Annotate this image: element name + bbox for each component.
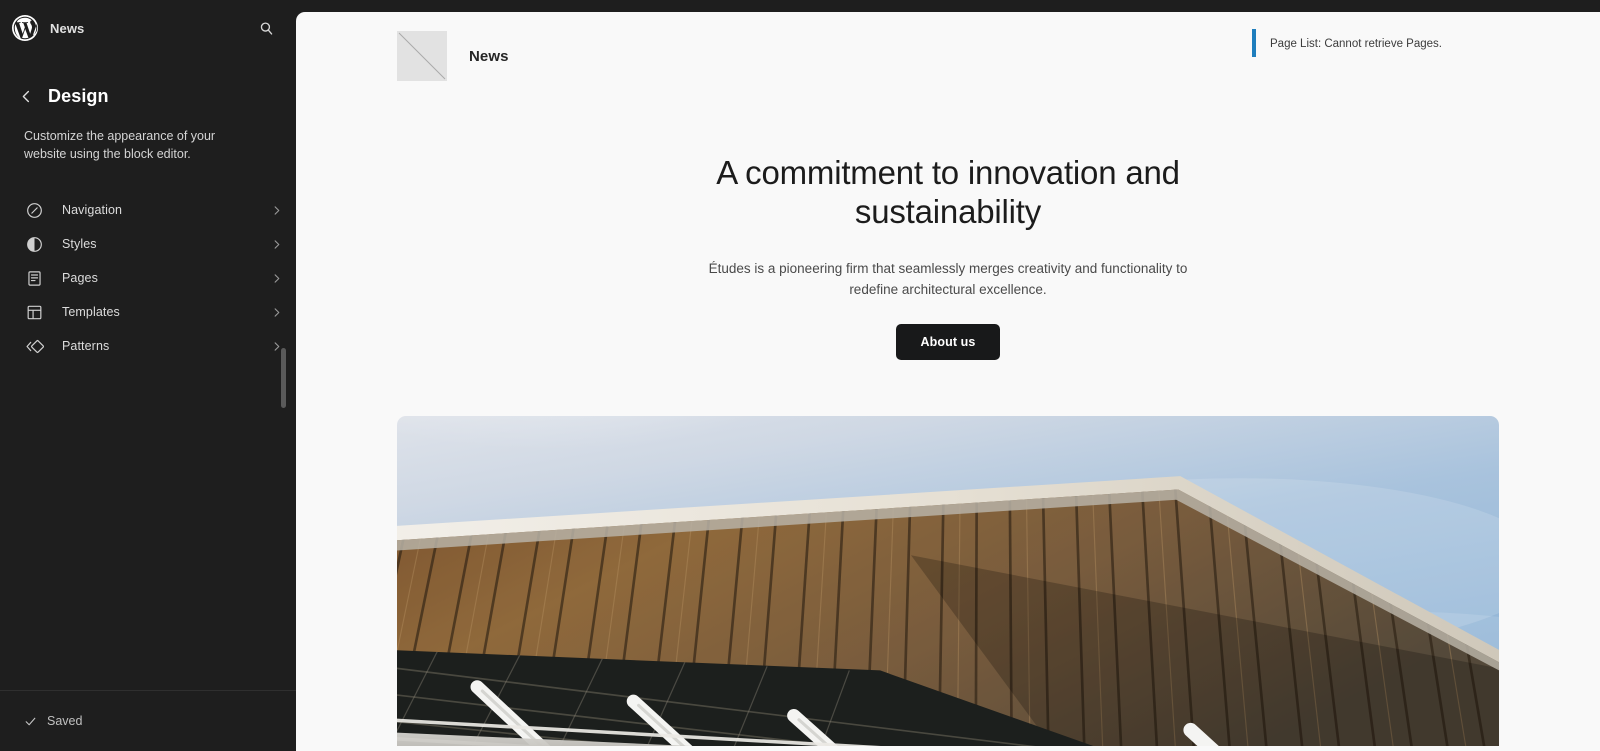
hero-paragraph: Études is a pioneering firm that seamles… [708, 260, 1188, 298]
editor-sidebar: News Design Customize the appearance of … [0, 0, 296, 751]
hero-section: A commitment to innovation and sustainab… [296, 90, 1600, 361]
save-status-label: Saved [47, 714, 83, 728]
image-placeholder-icon [397, 31, 447, 81]
sidebar-item-label: Navigation [62, 203, 123, 218]
notice-message: Page List: Cannot retrieve Pages. [1270, 38, 1442, 50]
wordpress-site-editor: News Design Customize the appearance of … [0, 0, 1600, 751]
sidebar-item-label: Pages [62, 271, 98, 286]
sidebar-top-bar: News [0, 0, 296, 56]
compass-icon [24, 200, 44, 220]
sidebar-scrollbar-thumb[interactable] [281, 348, 286, 408]
sidebar-item-pages[interactable]: Pages [0, 261, 296, 295]
chevron-right-icon [271, 307, 282, 318]
sidebar-item-templates[interactable]: Templates [0, 295, 296, 329]
wordpress-logo-icon[interactable] [12, 15, 38, 41]
page-document-icon [24, 268, 44, 288]
sidebar-item-label: Styles [62, 237, 97, 252]
chevron-right-icon [271, 205, 282, 216]
chevron-right-icon [271, 239, 282, 250]
sidebar-item-styles[interactable]: Styles [0, 227, 296, 261]
search-icon[interactable] [252, 14, 280, 42]
contrast-half-circle-icon [24, 234, 44, 254]
patterns-diamond-icon [24, 336, 44, 356]
back-chevron-left-icon[interactable] [14, 84, 38, 108]
hero-image[interactable] [397, 416, 1499, 747]
page-title: Design [48, 85, 109, 106]
editor-canvas-wrapper: News Page List: Cannot retrieve Pages. A… [296, 0, 1600, 751]
sidebar-navigation-list: Navigation Styles Pages Templates Patter… [0, 193, 296, 363]
sidebar-item-navigation[interactable]: Navigation [0, 193, 296, 227]
sidebar-panel-description: Customize the appearance of your website… [24, 129, 216, 162]
chevron-right-icon [271, 273, 282, 284]
site-branding[interactable]: News [296, 31, 509, 81]
sidebar-item-patterns[interactable]: Patterns [0, 329, 296, 363]
about-us-button[interactable]: About us [895, 324, 1001, 361]
layout-template-icon [24, 302, 44, 322]
sidebar-item-label: Templates [62, 305, 120, 320]
page-list-error-notice: Page List: Cannot retrieve Pages. [1252, 29, 1442, 58]
sidebar-item-label: Patterns [62, 339, 110, 354]
site-preview-canvas[interactable]: News Page List: Cannot retrieve Pages. A… [296, 12, 1600, 751]
hero-heading: A commitment to innovation and sustainab… [716, 154, 1180, 231]
site-brand-name: News [469, 47, 509, 65]
preview-site-header: News Page List: Cannot retrieve Pages. [296, 12, 1600, 90]
sidebar-save-status[interactable]: Saved [0, 690, 296, 751]
check-icon [24, 715, 37, 728]
sidebar-panel-header: Design [0, 56, 296, 108]
sidebar-site-title: News [50, 20, 85, 36]
